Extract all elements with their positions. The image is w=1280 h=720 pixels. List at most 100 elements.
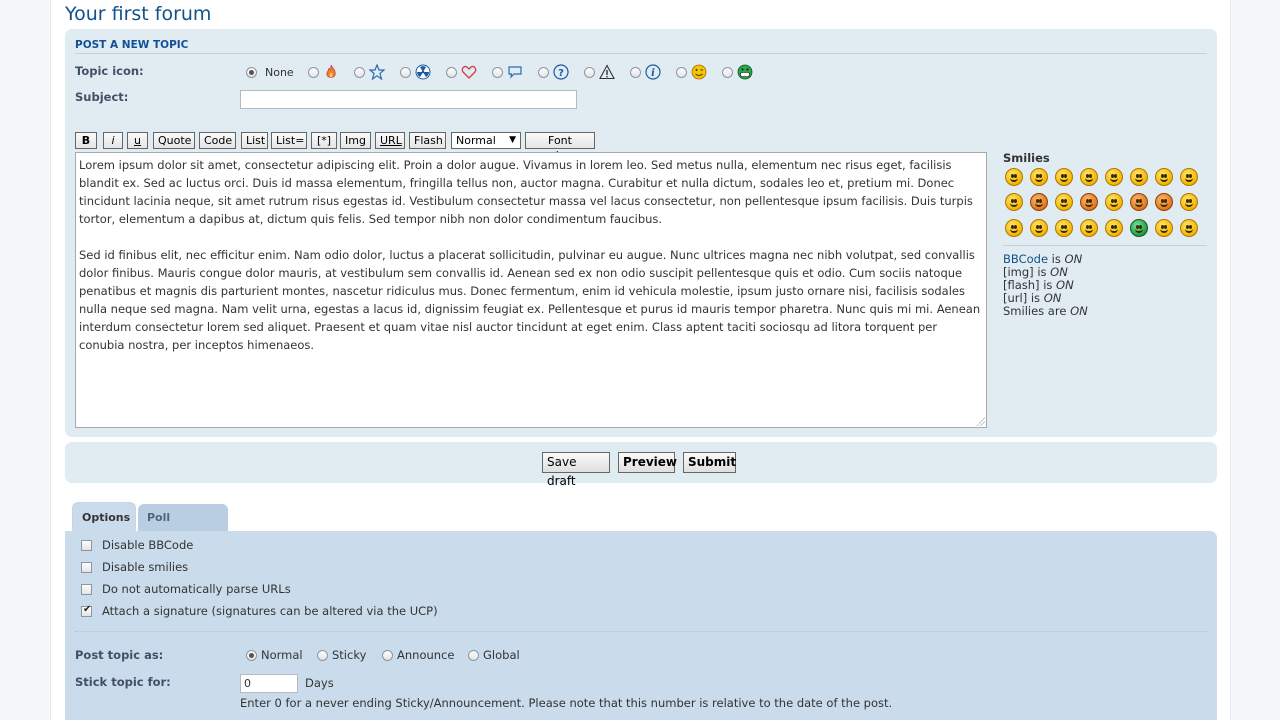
info-icon: i: [645, 64, 661, 80]
laughing-smiley-icon[interactable]: [1005, 193, 1023, 211]
message-paragraph-1: Lorem ipsum dolor sit amet, consectetur …: [79, 158, 973, 226]
img-state: ON: [1050, 265, 1068, 279]
wink-smiley-icon: [691, 64, 707, 80]
embarrassed-smiley-icon[interactable]: [1080, 193, 1098, 211]
no-parse-urls-checkbox[interactable]: [81, 583, 92, 595]
confused-smiley-icon[interactable]: [1155, 168, 1173, 186]
post-as-label: Post topic as:: [75, 648, 164, 662]
rolling-eyes-smiley-icon[interactable]: [1180, 193, 1198, 211]
smile-smiley-icon[interactable]: [1030, 168, 1048, 186]
forum-title[interactable]: Your first forum: [65, 3, 211, 25]
none-label: None: [265, 65, 294, 79]
save-draft-button[interactable]: Save draft: [542, 452, 610, 488]
subject-input[interactable]: [240, 90, 577, 109]
options-panel: Disable BBCode Disable smilies Do not au…: [65, 531, 1217, 720]
exclamation-smiley-icon[interactable]: [1005, 219, 1023, 237]
submit-button[interactable]: Submit: [683, 452, 736, 473]
flash-state: ON: [1056, 278, 1074, 292]
stick-days-input[interactable]: [240, 674, 298, 693]
radio-star[interactable]: [354, 66, 365, 78]
list-item-button[interactable]: [*]: [311, 132, 337, 149]
topic-icon-star-option[interactable]: [354, 64, 385, 80]
disable-smilies-row[interactable]: Disable smilies: [81, 560, 188, 574]
radio-question[interactable]: [538, 66, 549, 78]
italic-button[interactable]: i: [103, 132, 123, 149]
crying-smiley-icon[interactable]: [1105, 193, 1123, 211]
radio-heart[interactable]: [446, 66, 457, 78]
idea-smiley-icon[interactable]: [1055, 219, 1073, 237]
no-parse-urls-row[interactable]: Do not automatically parse URLs: [81, 582, 291, 596]
font-colour-button[interactable]: Font colour: [525, 132, 595, 162]
bbcode-help-link[interactable]: BBCode: [1003, 252, 1048, 266]
attach-signature-row[interactable]: Attach a signature (signatures can be al…: [81, 604, 438, 618]
attach-signature-checkbox[interactable]: [81, 604, 92, 617]
warning-icon: [599, 64, 615, 80]
radio-grin[interactable]: [722, 66, 733, 78]
radio-warning[interactable]: [584, 66, 595, 78]
mad-smiley-icon[interactable]: [1030, 193, 1048, 211]
disable-bbcode-row[interactable]: Disable BBCode: [81, 538, 193, 552]
ordered-list-button[interactable]: List=: [271, 132, 307, 149]
topic-icon-heart-option[interactable]: [446, 64, 477, 80]
message-textarea[interactable]: Lorem ipsum dolor sit amet, consectetur …: [75, 152, 987, 428]
very-happy-smiley-icon[interactable]: [1005, 168, 1023, 186]
radio-wink[interactable]: [676, 66, 687, 78]
uber-geek-smiley-icon[interactable]: [1180, 219, 1198, 237]
geek-smiley-icon[interactable]: [1155, 219, 1173, 237]
url-button[interactable]: URL: [375, 132, 405, 149]
radio-none[interactable]: [246, 66, 257, 78]
post-as-global-option[interactable]: Global: [468, 648, 520, 662]
tab-poll-creation[interactable]: Poll creation: [138, 504, 228, 552]
radio-speech[interactable]: [492, 66, 503, 78]
topic-icon-none-option[interactable]: None: [246, 64, 294, 80]
preview-button[interactable]: Preview: [618, 452, 677, 473]
topic-icon-question-option[interactable]: ?: [538, 64, 569, 80]
disable-smilies-checkbox[interactable]: [81, 561, 92, 573]
radio-fire[interactable]: [308, 66, 319, 78]
topic-icon-info-option[interactable]: i: [630, 64, 661, 80]
font-size-select[interactable]: Normal ▼: [451, 132, 521, 149]
smilies-status-line: Smilies are ON: [1003, 305, 1088, 318]
quote-button[interactable]: Quote: [153, 132, 195, 149]
tab-options[interactable]: Options: [72, 502, 136, 532]
bold-button[interactable]: B: [75, 132, 97, 149]
post-as-announce-radio[interactable]: [382, 649, 393, 661]
neutral-smiley-icon[interactable]: [1105, 219, 1123, 237]
razz-smiley-icon[interactable]: [1055, 193, 1073, 211]
underline-button[interactable]: u: [127, 132, 148, 149]
topic-icon-fire-option[interactable]: [308, 64, 339, 80]
topic-icon-warning-option[interactable]: [584, 64, 615, 80]
topic-icon-wink-option[interactable]: [676, 64, 707, 80]
fire-icon: [326, 64, 336, 78]
radio-radioactive[interactable]: [400, 66, 411, 78]
radio-info[interactable]: [630, 66, 641, 78]
post-as-sticky-radio[interactable]: [317, 649, 328, 661]
post-as-sticky-option[interactable]: Sticky: [317, 648, 366, 662]
page: Your first forum POST A NEW TOPIC Topic …: [50, 0, 1231, 720]
cool-smiley-icon[interactable]: [1180, 168, 1198, 186]
arrow-smiley-icon[interactable]: [1080, 219, 1098, 237]
submit-panel: Save draft Preview Submit: [65, 442, 1217, 488]
shocked-smiley-icon[interactable]: [1130, 168, 1148, 186]
topic-icon-speech-option[interactable]: [492, 64, 523, 80]
post-as-normal-radio[interactable]: [246, 649, 257, 661]
surprised-smiley-icon[interactable]: [1105, 168, 1123, 186]
resize-grip-icon[interactable]: [976, 417, 985, 426]
wink-smiley-icon-2[interactable]: [1055, 168, 1073, 186]
flash-button[interactable]: Flash: [409, 132, 446, 149]
disable-bbcode-checkbox[interactable]: [81, 539, 92, 551]
topic-icon-grin-option[interactable]: [722, 64, 753, 80]
evil-smiley-icon[interactable]: [1130, 193, 1148, 211]
twisted-evil-smiley-icon[interactable]: [1155, 193, 1173, 211]
question-smiley-icon[interactable]: [1030, 219, 1048, 237]
topic-icon-radioactive-option[interactable]: [400, 64, 431, 80]
code-button[interactable]: Code: [199, 132, 236, 149]
list-button[interactable]: List: [241, 132, 268, 149]
post-as-normal-option[interactable]: Normal: [246, 648, 303, 662]
smilies-state: ON: [1070, 304, 1088, 318]
mr-green-smiley-icon[interactable]: [1130, 219, 1148, 237]
img-button[interactable]: Img: [340, 132, 371, 149]
post-as-global-radio[interactable]: [468, 649, 479, 661]
sad-smiley-icon[interactable]: [1080, 168, 1098, 186]
post-as-announce-option[interactable]: Announce: [382, 648, 454, 662]
